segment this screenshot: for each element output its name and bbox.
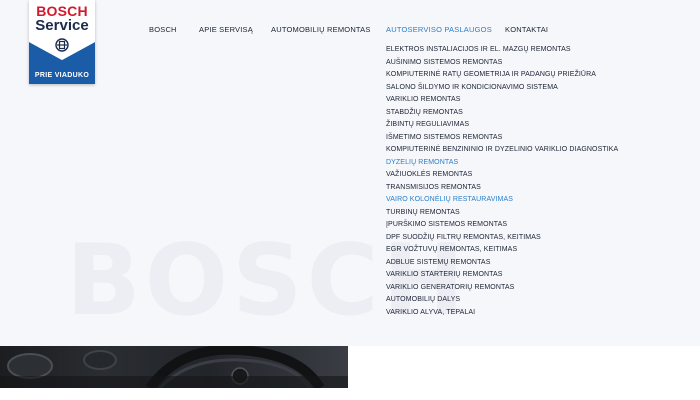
logo-brand: BOSCH: [36, 3, 88, 19]
dropdown-item[interactable]: TRANSMISIJOS REMONTAS: [386, 182, 618, 195]
nav-item-apie-servisa[interactable]: APIE SERVISĄ: [199, 25, 253, 34]
dropdown-item-highlighted[interactable]: DYZELIŲ REMONTAS: [386, 157, 618, 170]
dropdown-item[interactable]: ŽIBINTŲ REGULIAVIMAS: [386, 119, 618, 132]
dropdown-item[interactable]: VARIKLIO ALYVA, TEPALAI: [386, 307, 618, 320]
dropdown-item[interactable]: KOMPIUTERINĖ RATŲ GEOMETRIJA IR PADANGŲ …: [386, 69, 618, 82]
logo-chevron: [29, 38, 95, 68]
dropdown-item[interactable]: KOMPIUTERINĖ BENZININIO IR DYZELINIO VAR…: [386, 144, 618, 157]
logo-location: PRIE VIADUKO: [29, 68, 95, 84]
dropdown-item-highlighted[interactable]: VAIRO KOLONĖLIŲ RESTAURAVIMAS: [386, 194, 618, 207]
services-dropdown-menu: ELEKTROS INSTALIACIJOS IR EL. MAZGŲ REMO…: [386, 44, 618, 319]
dashboard-photo-art: [0, 346, 348, 388]
nav-item-autoserviso-paslaugos[interactable]: AUTOSERVISO PASLAUGOS: [386, 25, 492, 34]
dropdown-item[interactable]: TURBINŲ REMONTAS: [386, 207, 618, 220]
nav-item-bosch[interactable]: BOSCH: [149, 25, 177, 34]
nav-item-automobiliu-remontas[interactable]: AUTOMOBILIŲ REMONTAS: [271, 25, 371, 34]
bosch-service-logo[interactable]: BOSCH Service PRIE VIADUKO: [29, 0, 95, 84]
dropdown-item[interactable]: DPF SUODŽIŲ FILTRŲ REMONTAS, KEITIMAS: [386, 232, 618, 245]
logo-service: Service: [35, 17, 89, 34]
logo-wordmark: BOSCH Service: [29, 0, 95, 38]
dropdown-item[interactable]: SALONO ŠILDYMO IR KONDICIONAVIMO SISTEMA: [386, 82, 618, 95]
dropdown-item[interactable]: ADBLUE SISTEMŲ REMONTAS: [386, 257, 618, 270]
dropdown-item[interactable]: EGR VOŽTUVŲ REMONTAS, KEITIMAS: [386, 244, 618, 257]
dropdown-item[interactable]: AUŠINIMO SISTEMOS REMONTAS: [386, 57, 618, 70]
dropdown-item[interactable]: STABDŽIŲ REMONTAS: [386, 107, 618, 120]
dropdown-item[interactable]: AUTOMOBILIŲ DALYS: [386, 294, 618, 307]
dropdown-item[interactable]: ĮPURŠKIMO SISTEMOS REMONTAS: [386, 219, 618, 232]
dropdown-item[interactable]: VARIKLIO GENERATORIŲ REMONTAS: [386, 282, 618, 295]
dropdown-item[interactable]: VARIKLIO STARTERIŲ REMONTAS: [386, 269, 618, 282]
dashboard-photo: [0, 346, 348, 388]
dropdown-item[interactable]: VAŽIUOKLĖS REMONTAS: [386, 169, 618, 182]
dropdown-item[interactable]: VARIKLIO REMONTAS: [386, 94, 618, 107]
dropdown-item[interactable]: IŠMETIMO SISTEMOS REMONTAS: [386, 132, 618, 145]
bosch-armature-icon: [55, 38, 69, 52]
dropdown-item[interactable]: ELEKTROS INSTALIACIJOS IR EL. MAZGŲ REMO…: [386, 44, 618, 57]
nav-item-kontaktai[interactable]: KONTAKTAI: [505, 25, 548, 34]
